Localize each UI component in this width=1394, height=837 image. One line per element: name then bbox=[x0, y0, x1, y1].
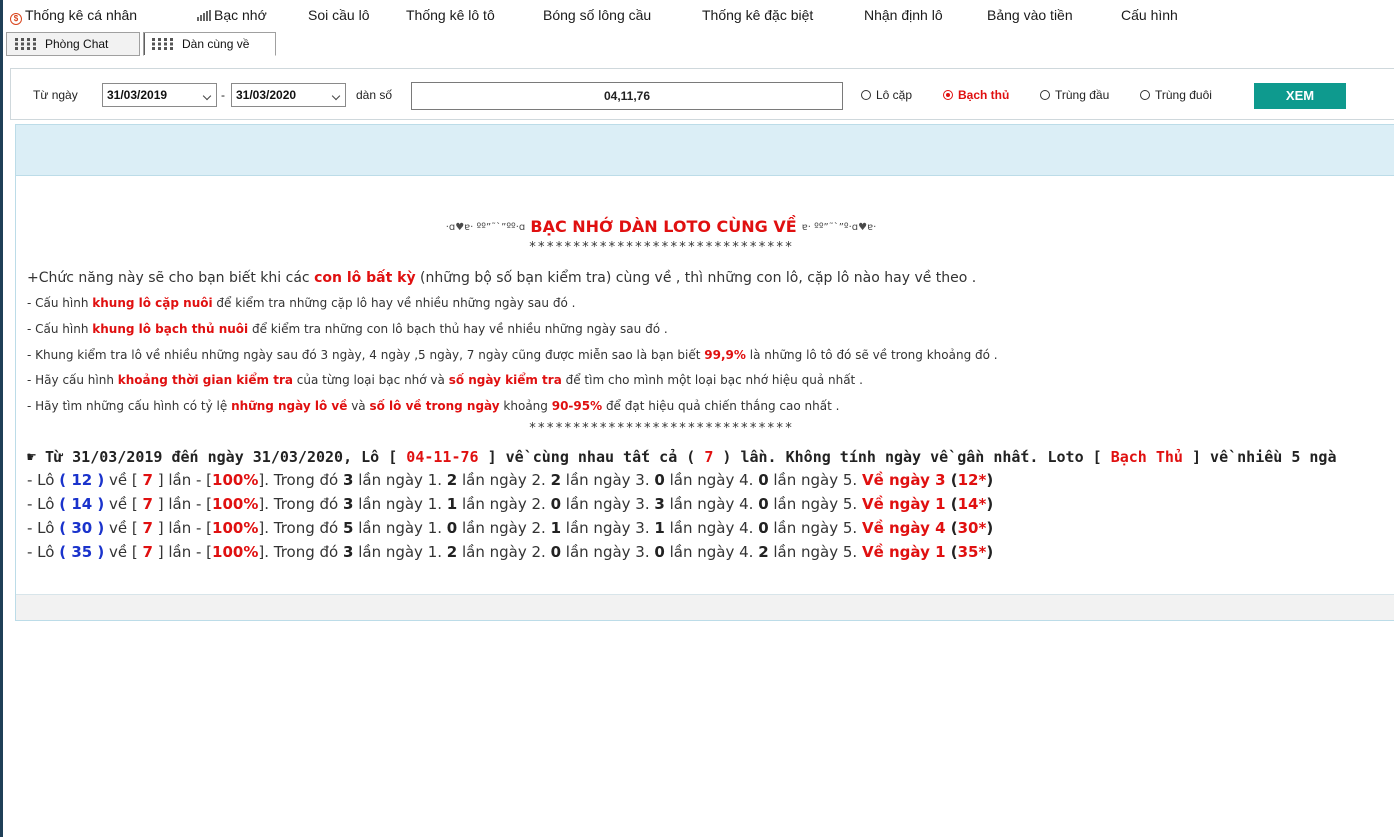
menu-bong-so-long-cau[interactable]: Bóng số lông cầu bbox=[543, 7, 651, 23]
menu-thong-ke-ca-nhan[interactable]: $ Thống kê cá nhân bbox=[10, 7, 137, 25]
title-text: BẠC NHỚ DÀN LOTO CÙNG VỀ bbox=[530, 217, 797, 236]
lo-number: 14 bbox=[71, 495, 93, 513]
stars-divider: ****************************** bbox=[528, 240, 794, 255]
xem-button[interactable]: XEM bbox=[1254, 83, 1346, 109]
main-menu-bar: $ Thống kê cá nhân Bạc nhớ Soi cầu lô Thố… bbox=[0, 0, 1394, 32]
result-panel: ·ɑ♥ɐ· ºº”˜`”ºº·ɑ BẠC NHỚ DÀN LOTO CÙNG V… bbox=[15, 124, 1394, 621]
intro-line-6: - Hãy tìm những cấu hình có tỷ lệ những … bbox=[27, 399, 840, 413]
filter-toolbar: Từ ngày 31/03/2019 - 31/03/2020 dàn số 0… bbox=[10, 68, 1394, 120]
radio-bach-thu[interactable]: Bạch thủ bbox=[943, 88, 1009, 102]
from-date-label: Từ ngày bbox=[33, 88, 78, 102]
title-decoration-right: ɐ· ºº”˜`”º·ɑ♥ɐ· bbox=[801, 222, 877, 233]
intro-line-1: +Chức năng này sẽ cho bạn biết khi các c… bbox=[27, 270, 977, 286]
lo-number: 12 bbox=[71, 471, 93, 489]
dan-so-input[interactable]: 04,11,76 bbox=[411, 82, 843, 110]
menu-soi-cau-lo[interactable]: Soi cầu lô bbox=[308, 7, 369, 23]
menu-cau-hinh[interactable]: Cấu hình bbox=[1121, 7, 1178, 23]
stars-divider: ****************************** bbox=[528, 421, 794, 436]
dan-so-label: dàn số bbox=[356, 88, 393, 102]
summary-line: ☛ Từ 31/03/2019 đến ngày 31/03/2020, Lô … bbox=[27, 448, 1337, 466]
menu-bac-nho[interactable]: Bạc nhớ bbox=[197, 7, 267, 23]
tab-dan-cung-ve[interactable]: Dàn cùng về bbox=[143, 32, 276, 56]
from-date-select[interactable]: 31/03/2019 bbox=[102, 83, 217, 107]
radio-lo-cap[interactable]: Lô cặp bbox=[861, 88, 912, 102]
bar-chart-icon bbox=[197, 10, 211, 21]
date-separator: - bbox=[221, 88, 225, 102]
radio-circle-icon bbox=[1040, 90, 1050, 100]
panel-title: ·ɑ♥ɐ· ºº”˜`”ºº·ɑ BẠC NHỚ DÀN LOTO CÙNG V… bbox=[16, 217, 1306, 236]
result-row: - Lô ( 14 ) về [ 7 ] lần - [100%]. Trong… bbox=[27, 495, 994, 513]
radio-trung-dau[interactable]: Trùng đầu bbox=[1040, 88, 1109, 102]
radio-circle-icon bbox=[861, 90, 871, 100]
tab-phong-chat[interactable]: Phòng Chat bbox=[6, 32, 140, 56]
window-left-edge bbox=[0, 0, 3, 837]
panel-header bbox=[16, 125, 1394, 176]
result-row: - Lô ( 12 ) về [ 7 ] lần - [100%]. Trong… bbox=[27, 471, 994, 489]
intro-line-2: - Cấu hình khung lô cặp nuôi để kiểm tra… bbox=[27, 296, 576, 310]
menu-thong-ke-lo-to[interactable]: Thống kê lô tô bbox=[406, 7, 495, 23]
grid-icon bbox=[15, 38, 36, 50]
lo-number: 30 bbox=[71, 519, 93, 537]
radio-selected-icon bbox=[943, 90, 953, 100]
intro-line-3: - Cấu hình khung lô bạch thủ nuôi để kiể… bbox=[27, 322, 668, 336]
panel-footer bbox=[16, 594, 1394, 620]
radio-trung-duoi[interactable]: Trùng đuôi bbox=[1140, 88, 1212, 102]
result-row: - Lô ( 30 ) về [ 7 ] lần - [100%]. Trong… bbox=[27, 519, 994, 537]
menu-thong-ke-dac-biet[interactable]: Thống kê đặc biệt bbox=[702, 7, 813, 23]
title-decoration-left: ·ɑ♥ɐ· ºº”˜`”ºº·ɑ bbox=[445, 222, 526, 233]
user-stats-icon: $ bbox=[10, 13, 22, 25]
to-date-select[interactable]: 31/03/2020 bbox=[231, 83, 346, 107]
radio-circle-icon bbox=[1140, 90, 1150, 100]
result-row: - Lô ( 35 ) về [ 7 ] lần - [100%]. Trong… bbox=[27, 543, 994, 561]
menu-bang-vao-tien[interactable]: Bảng vào tiền bbox=[987, 7, 1073, 23]
intro-line-5: - Hãy cấu hình khoảng thời gian kiểm tra… bbox=[27, 373, 863, 387]
intro-line-4: - Khung kiểm tra lô về nhiều những ngày … bbox=[27, 348, 998, 362]
lo-number: 35 bbox=[71, 543, 93, 561]
chevron-down-icon bbox=[202, 91, 212, 101]
grid-icon bbox=[152, 38, 173, 50]
menu-nhan-dinh-lo[interactable]: Nhận định lô bbox=[864, 7, 943, 23]
chevron-down-icon bbox=[331, 91, 341, 101]
